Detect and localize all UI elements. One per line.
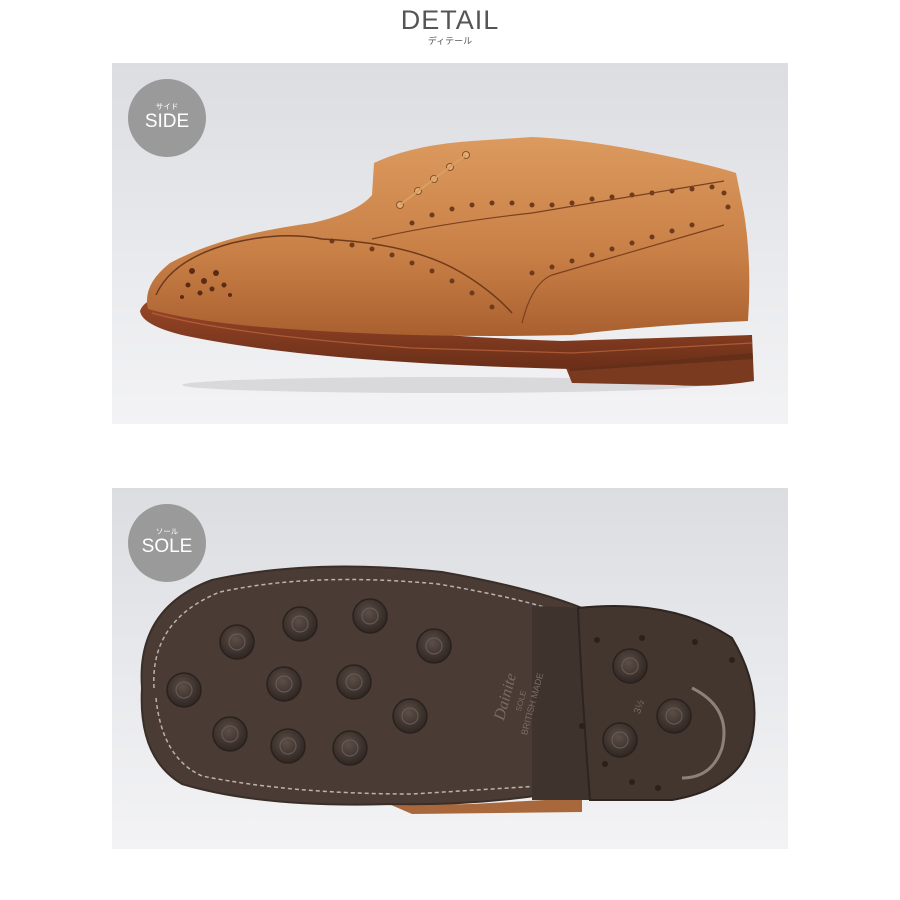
page-title: DETAIL [400,5,500,35]
sole-view-panel: Dainite SOLE BRITISH MADE 3½ ソール SOLE [112,488,788,849]
shoe-sole-photo: Dainite SOLE BRITISH MADE 3½ [140,565,756,814]
sole-badge: ソール SOLE [128,504,206,582]
side-view-panel: サイド SIDE [112,63,788,424]
page-header: DETAIL ディテール [0,4,900,46]
side-badge: サイド SIDE [128,79,206,157]
page-subtitle: ディテール [427,36,473,46]
sole-badge-en: SOLE [141,536,193,557]
shoe-side-photo [140,137,754,393]
side-badge-jp: サイド [155,102,179,111]
sole-badge-jp: ソール [155,527,179,536]
side-badge-en: SIDE [144,111,190,132]
